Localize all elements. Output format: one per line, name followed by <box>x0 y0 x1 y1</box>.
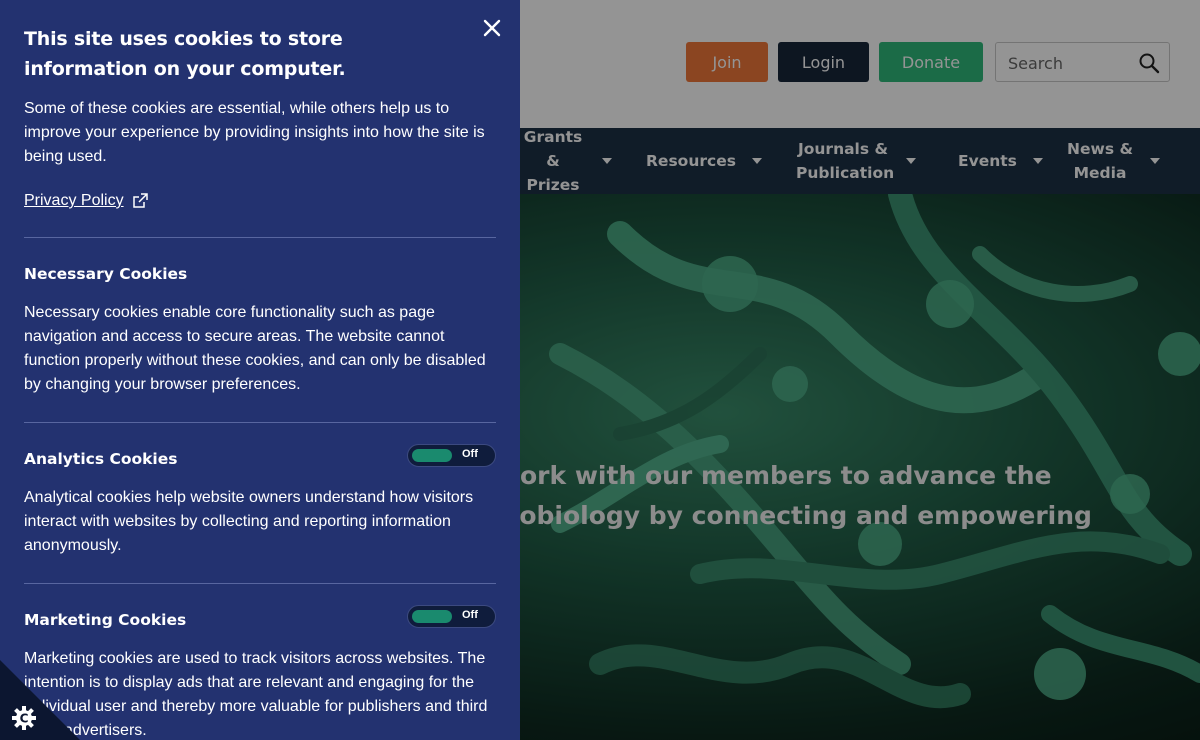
toggle-state-label: Off <box>462 448 478 460</box>
cookie-consent-panel: This site uses cookies to store informat… <box>0 0 520 740</box>
external-link-icon <box>132 193 148 208</box>
analytics-cookies-title: Analytics Cookies <box>24 450 178 468</box>
necessary-cookies-text: Necessary cookies enable core functional… <box>24 304 486 393</box>
svg-text:C: C <box>20 712 29 726</box>
close-icon[interactable] <box>480 16 504 40</box>
divider <box>24 422 496 423</box>
toggle-state-label: Off <box>462 609 478 621</box>
cookie-gear-icon[interactable]: C <box>10 704 38 732</box>
toggle-knob <box>412 610 452 623</box>
cookie-intro-text: Some of these cookies are essential, whi… <box>24 100 485 165</box>
divider <box>24 237 496 238</box>
analytics-cookies-text: Analytical cookies help website owners u… <box>24 489 474 554</box>
marketing-cookies-toggle[interactable]: Off <box>407 605 496 628</box>
toggle-knob <box>412 449 452 462</box>
cookie-panel-title: This site uses cookies to store informat… <box>24 28 346 80</box>
privacy-policy-label: Privacy Policy <box>24 192 124 209</box>
analytics-cookies-toggle[interactable]: Off <box>407 444 496 467</box>
divider <box>24 583 496 584</box>
marketing-cookies-text: Marketing cookies are used to track visi… <box>24 650 488 739</box>
necessary-cookies-title: Necessary Cookies <box>24 265 188 283</box>
marketing-cookies-title: Marketing Cookies <box>24 611 187 629</box>
privacy-policy-link[interactable]: Privacy Policy <box>24 190 148 212</box>
